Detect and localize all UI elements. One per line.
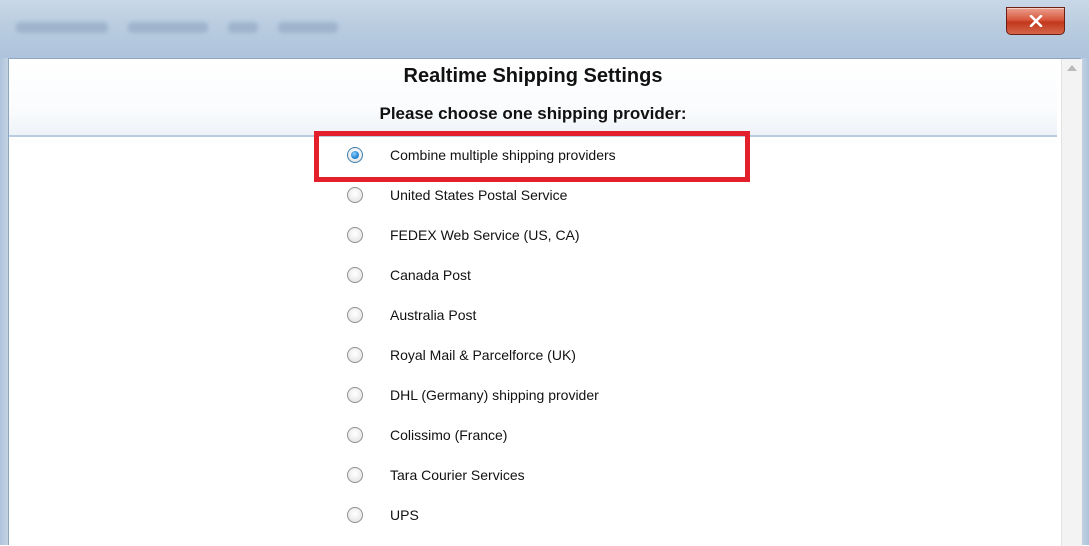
provider-option-fedex[interactable]: FEDEX Web Service (US, CA) (347, 223, 580, 247)
dialog-header: Realtime Shipping Settings Please choose… (9, 59, 1057, 137)
provider-label: DHL (Germany) shipping provider (390, 387, 599, 403)
provider-label: United States Postal Service (390, 187, 568, 203)
radio-button[interactable] (347, 227, 363, 243)
provider-option-dhl[interactable]: DHL (Germany) shipping provider (347, 383, 599, 407)
provider-label: Tara Courier Services (390, 467, 525, 483)
close-button[interactable] (1006, 7, 1065, 35)
provider-option-australia-post[interactable]: Australia Post (347, 303, 476, 327)
window-right-border (1081, 58, 1089, 545)
window-left-border (0, 58, 8, 545)
radio-button[interactable] (347, 307, 363, 323)
dialog-client-area: Realtime Shipping Settings Please choose… (8, 58, 1082, 546)
provider-option-canada-post[interactable]: Canada Post (347, 263, 471, 287)
provider-label: Australia Post (390, 307, 477, 323)
provider-label: Canada Post (390, 267, 471, 283)
radio-button[interactable] (347, 507, 363, 523)
provider-option-ups[interactable]: UPS (347, 503, 419, 527)
radio-button-selected[interactable] (347, 147, 363, 163)
blurred-menu-item (228, 22, 258, 33)
provider-label: Colissimo (France) (390, 427, 508, 443)
blurred-menu-item (128, 22, 208, 33)
radio-button[interactable] (347, 467, 363, 483)
blurred-menu-item (278, 22, 338, 33)
provider-label: UPS (390, 507, 419, 523)
provider-option-combine[interactable]: Combine multiple shipping providers (347, 143, 616, 167)
provider-option-usps[interactable]: United States Postal Service (347, 183, 567, 207)
blurred-menu-item (16, 22, 108, 33)
dialog-subtitle: Please choose one shipping provider: (379, 104, 687, 123)
radio-button[interactable] (347, 267, 363, 283)
provider-label: FEDEX Web Service (US, CA) (390, 227, 580, 243)
close-icon (1029, 15, 1042, 27)
provider-option-royal-mail[interactable]: Royal Mail & Parcelforce (UK) (347, 343, 576, 367)
radio-button[interactable] (347, 187, 363, 203)
provider-option-colissimo[interactable]: Colissimo (France) (347, 423, 507, 447)
radio-button[interactable] (347, 347, 363, 363)
scroll-up-arrow-icon[interactable] (1067, 65, 1077, 71)
vertical-scrollbar[interactable] (1061, 59, 1082, 546)
blurred-menu-bar (16, 22, 338, 33)
dialog-title: Realtime Shipping Settings (403, 65, 663, 87)
provider-label: Royal Mail & Parcelforce (UK) (390, 347, 576, 363)
provider-option-tara-courier[interactable]: Tara Courier Services (347, 463, 525, 487)
window-titlebar (0, 0, 1089, 58)
radio-button[interactable] (347, 427, 363, 443)
provider-label: Combine multiple shipping providers (390, 147, 616, 163)
radio-button[interactable] (347, 387, 363, 403)
